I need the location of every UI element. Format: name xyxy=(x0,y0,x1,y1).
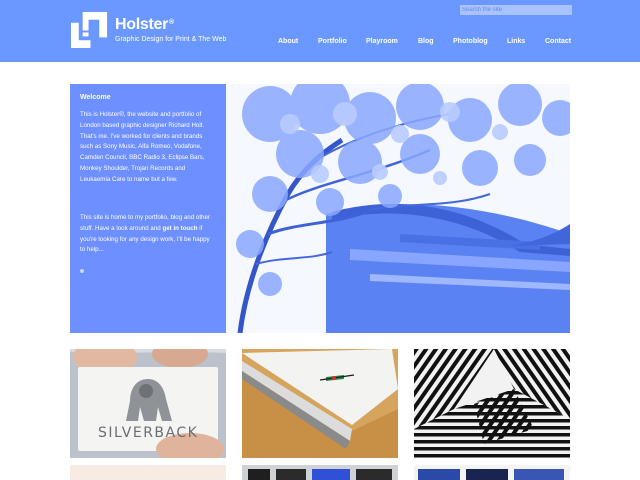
silverback-card-text: SILVERBACK xyxy=(98,425,199,441)
portfolio-thumb-row2-2[interactable] xyxy=(242,465,398,480)
get-in-touch-link[interactable]: get in touch xyxy=(162,225,197,232)
nav-blog[interactable]: Blog xyxy=(418,38,434,45)
nav-links[interactable]: Links xyxy=(507,38,525,45)
nav-contact[interactable]: Contact xyxy=(545,38,571,45)
portfolio-thumb-silverback[interactable]: SILVERBACK xyxy=(70,349,226,458)
holster-logo-icon[interactable] xyxy=(70,11,109,50)
registered-mark: ® xyxy=(169,19,174,26)
portfolio-thumb-row2-3[interactable] xyxy=(414,465,570,480)
slideshow-dot[interactable] xyxy=(80,269,84,273)
search-input[interactable] xyxy=(460,5,572,15)
syringe-book-image xyxy=(242,349,398,458)
intro-paragraph-2: This site is home to my portfolio, blog … xyxy=(80,213,215,256)
intro-p1-text-a: This is Holster xyxy=(80,111,120,118)
portfolio-thumb-op-art-stripes[interactable] xyxy=(414,349,570,458)
intro-panel: Welcome This is Holster®, the website an… xyxy=(70,84,226,333)
nav-playroom[interactable]: Playroom xyxy=(366,38,398,45)
intro-heading: Welcome xyxy=(80,94,111,101)
hero-banner: Welcome This is Holster®, the website an… xyxy=(70,84,570,333)
intro-p1-text-b: , the website and portfolio of London ba… xyxy=(80,111,205,183)
nav-portfolio[interactable]: Portfolio xyxy=(318,38,347,45)
portfolio-thumb-row2-1[interactable] xyxy=(70,465,226,480)
brand-name-text: Holster xyxy=(115,16,169,33)
silverback-card-image xyxy=(70,349,226,458)
intro-paragraph-1: This is Holster®, the website and portfo… xyxy=(80,110,215,186)
nav-photoblog[interactable]: Photoblog xyxy=(453,38,488,45)
row2-thumb-3-image xyxy=(414,465,570,480)
site-header: Holster® Graphic Design for Print & The … xyxy=(0,0,640,62)
op-art-stripes-image xyxy=(414,349,570,458)
nav-about[interactable]: About xyxy=(278,38,298,45)
brand-tagline: Graphic Design for Print & The Web xyxy=(115,36,227,43)
row2-thumb-2-image xyxy=(242,465,398,480)
portfolio-thumb-syringe-book[interactable] xyxy=(242,349,398,458)
brand-name[interactable]: Holster® xyxy=(115,16,174,34)
